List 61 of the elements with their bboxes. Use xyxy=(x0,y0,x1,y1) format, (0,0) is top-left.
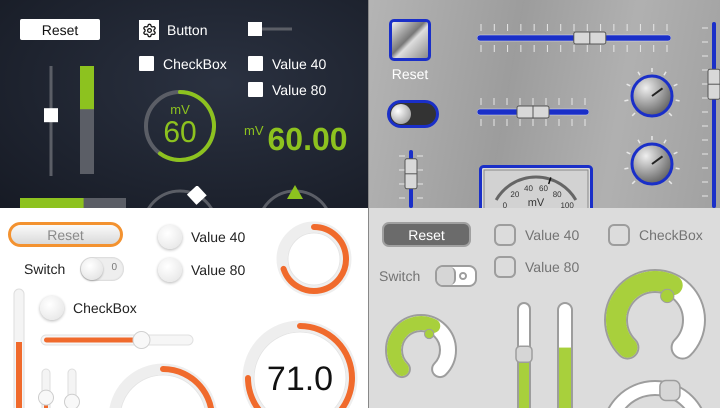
slider-thumb[interactable] xyxy=(516,106,550,118)
slider[interactable] xyxy=(477,22,671,54)
toggle-switch[interactable]: 0 xyxy=(80,257,124,281)
checkbox-label: CheckBox xyxy=(639,227,703,243)
value-readout: 60 xyxy=(163,116,197,149)
checkbox-label: Value 40 xyxy=(525,227,580,243)
slider[interactable] xyxy=(477,96,589,128)
slider[interactable] xyxy=(699,22,720,208)
slider-thumb[interactable] xyxy=(404,158,418,190)
knob-pointer[interactable] xyxy=(424,328,434,340)
gear-icon xyxy=(142,22,156,38)
value-readout: 71.0 xyxy=(266,360,334,398)
scale-label: 60 xyxy=(539,184,548,193)
scale-label: 20 xyxy=(510,190,520,199)
slider[interactable] xyxy=(64,368,80,408)
checkbox[interactable] xyxy=(139,56,154,71)
radio-button[interactable] xyxy=(158,225,182,249)
radio-label: Value 40 xyxy=(191,229,246,245)
scale-label: 100 xyxy=(560,201,574,208)
checkbox[interactable] xyxy=(40,296,64,320)
checkbox-label: CheckBox xyxy=(163,56,227,72)
slider-thumb[interactable] xyxy=(708,68,720,100)
radio-label: Value 80 xyxy=(191,262,246,278)
scale-label: 0 xyxy=(502,201,508,208)
reset-button[interactable]: Reset xyxy=(8,222,123,247)
checkbox[interactable] xyxy=(248,56,263,71)
slider[interactable] xyxy=(515,302,533,408)
unit-label: mV xyxy=(244,122,264,138)
value-readout: 60.00 xyxy=(268,120,348,158)
reset-button[interactable]: Reset xyxy=(20,19,100,40)
scale-label: 80 xyxy=(552,190,562,199)
settings-button[interactable]: Button xyxy=(139,20,208,40)
slider[interactable] xyxy=(38,368,54,408)
checkbox-label: Value 80 xyxy=(525,259,580,275)
toggle-switch[interactable] xyxy=(435,265,477,287)
slider-thumb[interactable] xyxy=(248,22,262,36)
slider[interactable] xyxy=(40,331,194,349)
checkbox-label: Value 80 xyxy=(272,82,326,98)
slider-thumb[interactable] xyxy=(44,108,58,122)
checkbox-label: Value 40 xyxy=(272,56,326,72)
unit-label: mV xyxy=(528,197,544,208)
slider-thumb[interactable] xyxy=(573,32,606,44)
triangle-icon[interactable] xyxy=(287,185,303,199)
switch-label: Switch xyxy=(379,268,420,284)
knob-handle[interactable] xyxy=(659,380,681,402)
slider[interactable] xyxy=(44,66,58,176)
checkbox[interactable] xyxy=(494,256,516,278)
switch-label: Switch xyxy=(24,261,66,277)
slider[interactable] xyxy=(248,22,292,36)
toggle-switch[interactable] xyxy=(387,100,439,128)
unit-label: mV xyxy=(170,102,190,117)
radio-button[interactable] xyxy=(158,258,182,282)
checkbox-label: CheckBox xyxy=(73,300,137,316)
checkbox[interactable] xyxy=(248,82,263,97)
checkbox[interactable] xyxy=(608,224,630,246)
knob-pointer[interactable] xyxy=(660,288,674,304)
slider-thumb[interactable] xyxy=(515,346,533,364)
reset-button[interactable]: Reset xyxy=(382,222,471,247)
scale-label: 40 xyxy=(524,184,533,193)
checkbox[interactable] xyxy=(494,224,516,246)
slider[interactable] xyxy=(397,150,425,208)
